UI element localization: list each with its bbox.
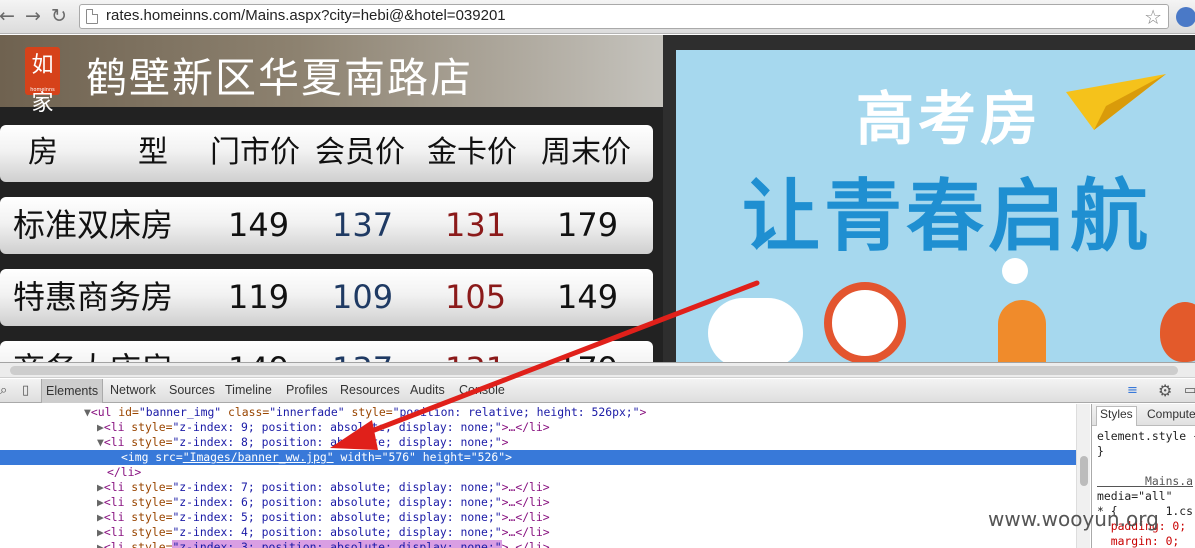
cloud-icon [708,298,803,362]
table-row: 标准双床房 149 137 131 179 [0,197,653,254]
weekend-price: 149 [557,278,619,316]
tab-sources[interactable]: Sources [169,383,215,397]
table-row: 特惠商务房 119 109 105 149 [0,269,653,326]
forward-button[interactable]: → [22,5,44,27]
page-icon [86,9,98,24]
header-weekend-price: 周末价 [541,135,631,170]
dom-node-li[interactable]: ▶<li style="z-index: 7; position: absolu… [0,480,1090,495]
dom-node-img-selected[interactable]: <img src="Images/banner_ww.jpg" width="5… [0,450,1090,465]
homeinns-logo-icon: 如家 homeinns [25,47,60,116]
dom-node-li[interactable]: ▶<li style="z-index: 9; position: absolu… [0,420,1090,435]
dom-node-li-close[interactable]: </li> [0,465,1090,480]
weekend-price: 179 [557,206,619,244]
browser-toolbar: ← → ↻ rates.homeinns.com/Mains.aspx?city… [0,0,1195,34]
tab-resources[interactable]: Resources [340,383,400,397]
header-door-price: 门市价 [210,135,300,170]
gold-price: 105 [445,278,507,316]
tab-timeline[interactable]: Timeline [225,383,272,397]
header-gold-price: 金卡价 [427,135,517,170]
watermark: www.wooyun.org [988,507,1159,531]
device-mode-icon[interactable]: ▯ [22,383,29,398]
reload-button[interactable]: ↻ [48,5,70,27]
tab-styles[interactable]: Styles [1096,406,1137,426]
door-price: 149 [228,206,290,244]
rates-panel: 如家 homeinns 鹤壁新区华夏南路店 房型 门市价 会员价 金卡价 周末价… [0,35,663,362]
tab-computed[interactable]: Computed [1144,407,1195,421]
devtools-tabbar: ⌕ ▯ Elements Network Sources Timeline Pr… [0,379,1195,403]
member-price: 137 [332,206,394,244]
table-row: 商务大床房 149 137 131 179 [0,341,653,362]
bookmark-star-icon[interactable]: ☆ [1144,5,1162,29]
style-rule-line: } [1097,444,1104,458]
rates-header-row: 房型 门市价 会员价 金卡价 周末价 [0,125,653,182]
page-horizontal-scrollbar[interactable] [0,363,1195,378]
member-price: 137 [332,349,393,362]
back-button[interactable]: ← [0,5,18,27]
style-rule-line: element.style { [1097,429,1195,443]
styles-tabbar: Styles Computed [1092,404,1195,426]
inspect-icon[interactable]: ⌕ [0,383,7,398]
header-member-price: 会员价 [315,135,405,170]
promo-banner[interactable]: 高考房 让青春启航 [676,50,1195,362]
console-drawer-icon[interactable]: ≡ [1127,383,1138,398]
scrollbar-thumb[interactable] [1080,456,1088,486]
dock-icon[interactable]: ▭ [1184,383,1195,398]
address-bar[interactable]: rates.homeinns.com/Mains.aspx?city=hebi@… [79,4,1169,29]
tab-audits[interactable]: Audits [410,383,445,397]
browser-menu-icon[interactable] [1176,7,1195,27]
room-type: 特惠商务房 [13,278,174,316]
clock-icon [824,282,906,362]
tab-elements[interactable]: Elements [41,379,104,403]
hotel-name: 鹤壁新区华夏南路店 [86,54,473,102]
member-price: 109 [332,278,394,316]
weekend-price: 179 [557,349,618,362]
gear-icon[interactable]: ⚙ [1158,381,1172,400]
gold-price: 131 [445,349,506,362]
lightbulb-icon [1002,258,1028,284]
style-property[interactable]: margin: 0; [1097,534,1180,548]
hot-air-balloon-icon [1160,302,1195,362]
tab-console[interactable]: Console [459,383,505,397]
tab-profiles[interactable]: Profiles [286,383,328,397]
banner-slogan: 让青春启航 [742,172,1153,262]
door-price: 119 [228,278,290,316]
dom-tree[interactable]: ▼<ul id="banner_img" class="innerfade" s… [0,404,1090,548]
room-type: 标准双床房 [13,206,174,244]
scrollbar-thumb[interactable] [10,366,1178,375]
url-text[interactable]: rates.homeinns.com/Mains.aspx?city=hebi@… [106,7,506,24]
style-rule-line: media="all" [1097,489,1173,503]
banner-headline: 高考房 [856,85,1043,153]
paper-plane-icon [1066,74,1166,130]
room-type: 商务大床房 [13,349,173,362]
dom-node-li[interactable]: ▶<li style="z-index: 4; position: absolu… [0,525,1090,540]
logo-text: 如家 [31,53,54,116]
gold-price: 131 [445,206,507,244]
tab-network[interactable]: Network [110,383,156,397]
dom-node-ul[interactable]: ▼<ul id="banner_img" class="innerfade" s… [0,405,1090,420]
student-illustration-icon [998,300,1046,362]
door-price: 149 [228,349,289,362]
style-source-link[interactable]: Mains.a [1097,474,1193,488]
dom-node-li[interactable]: ▶<li style="z-index: 6; position: absolu… [0,495,1090,510]
hotel-header: 如家 homeinns 鹤壁新区华夏南路店 [0,35,663,116]
web-page: 如家 homeinns 鹤壁新区华夏南路店 房型 门市价 会员价 金卡价 周末价… [0,35,1195,362]
dom-node-li[interactable]: ▶<li style="z-index: 5; position: absolu… [0,510,1090,525]
logo-subtext: homeinns [30,87,55,93]
dom-node-li[interactable]: ▼<li style="z-index: 8; position: absolu… [0,435,1090,450]
